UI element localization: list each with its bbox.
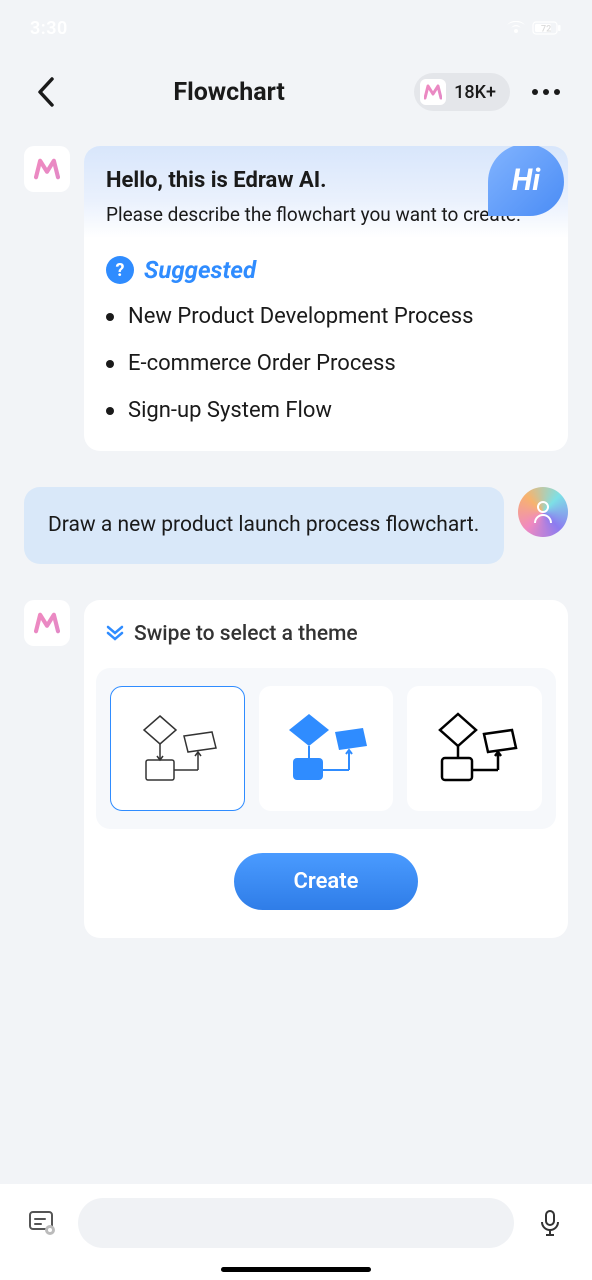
- top-nav: Flowchart 18K+: [0, 56, 592, 128]
- create-button[interactable]: Create: [234, 853, 419, 910]
- suggested-header: ? Suggested: [106, 256, 546, 284]
- theme-card: Swipe to select a theme: [84, 600, 568, 938]
- intro-instruction: Please describe the flowchart you want t…: [106, 203, 546, 226]
- intro-greeting: Hello, this is Edraw AI.: [106, 168, 546, 193]
- suggested-label: Suggested: [144, 256, 256, 284]
- suggested-item[interactable]: New Product Development Process: [106, 304, 546, 329]
- bottom-input-bar: [0, 1184, 592, 1280]
- wifi-icon: [506, 21, 526, 35]
- user-avatar-icon: [518, 487, 568, 537]
- ai-message-card: Hi Hello, this is Edraw AI. Please descr…: [84, 146, 568, 451]
- theme-option-bold-outline[interactable]: [407, 686, 542, 811]
- user-message-row: Draw a new product launch process flowch…: [24, 487, 568, 564]
- ai-avatar-icon: [24, 146, 70, 192]
- status-icons: 72: [506, 21, 562, 35]
- svg-text:72: 72: [541, 25, 551, 35]
- chevron-down-icon: [106, 622, 124, 646]
- status-bar: 3:30 72: [0, 0, 592, 56]
- suggested-section: ? Suggested New Product Development Proc…: [84, 238, 568, 451]
- usage-badge[interactable]: 18K+: [414, 73, 510, 111]
- suggested-item[interactable]: Sign-up System Flow: [106, 398, 546, 423]
- more-menu-button[interactable]: [524, 81, 568, 103]
- badge-count: 18K+: [454, 82, 496, 103]
- hi-badge-icon: Hi: [488, 146, 564, 216]
- microphone-button[interactable]: [530, 1203, 570, 1243]
- page-title: Flowchart: [58, 78, 400, 107]
- ai-theme-row: Swipe to select a theme: [24, 600, 568, 938]
- chat-templates-button[interactable]: [22, 1203, 62, 1243]
- question-icon: ?: [106, 256, 134, 284]
- theme-label: Swipe to select a theme: [134, 622, 358, 646]
- badge-logo-icon: [420, 79, 446, 105]
- intro-section: Hi Hello, this is Edraw AI. Please descr…: [84, 146, 568, 238]
- ai-avatar-icon: [24, 600, 70, 646]
- battery-icon: 72: [532, 21, 562, 35]
- suggested-text: E-commerce Order Process: [128, 351, 396, 376]
- ai-message-row: Hi Hello, this is Edraw AI. Please descr…: [24, 146, 568, 451]
- home-indicator[interactable]: [221, 1267, 371, 1272]
- theme-option-solid-blue[interactable]: [259, 686, 394, 811]
- suggested-item[interactable]: E-commerce Order Process: [106, 351, 546, 376]
- theme-strip[interactable]: [96, 668, 556, 829]
- suggested-text: New Product Development Process: [128, 304, 473, 329]
- suggested-text: Sign-up System Flow: [128, 398, 332, 423]
- status-time: 3:30: [30, 18, 68, 39]
- message-input[interactable]: [78, 1198, 514, 1248]
- theme-header: Swipe to select a theme: [84, 600, 568, 646]
- theme-option-outline[interactable]: [110, 686, 245, 811]
- user-message: Draw a new product launch process flowch…: [24, 487, 504, 564]
